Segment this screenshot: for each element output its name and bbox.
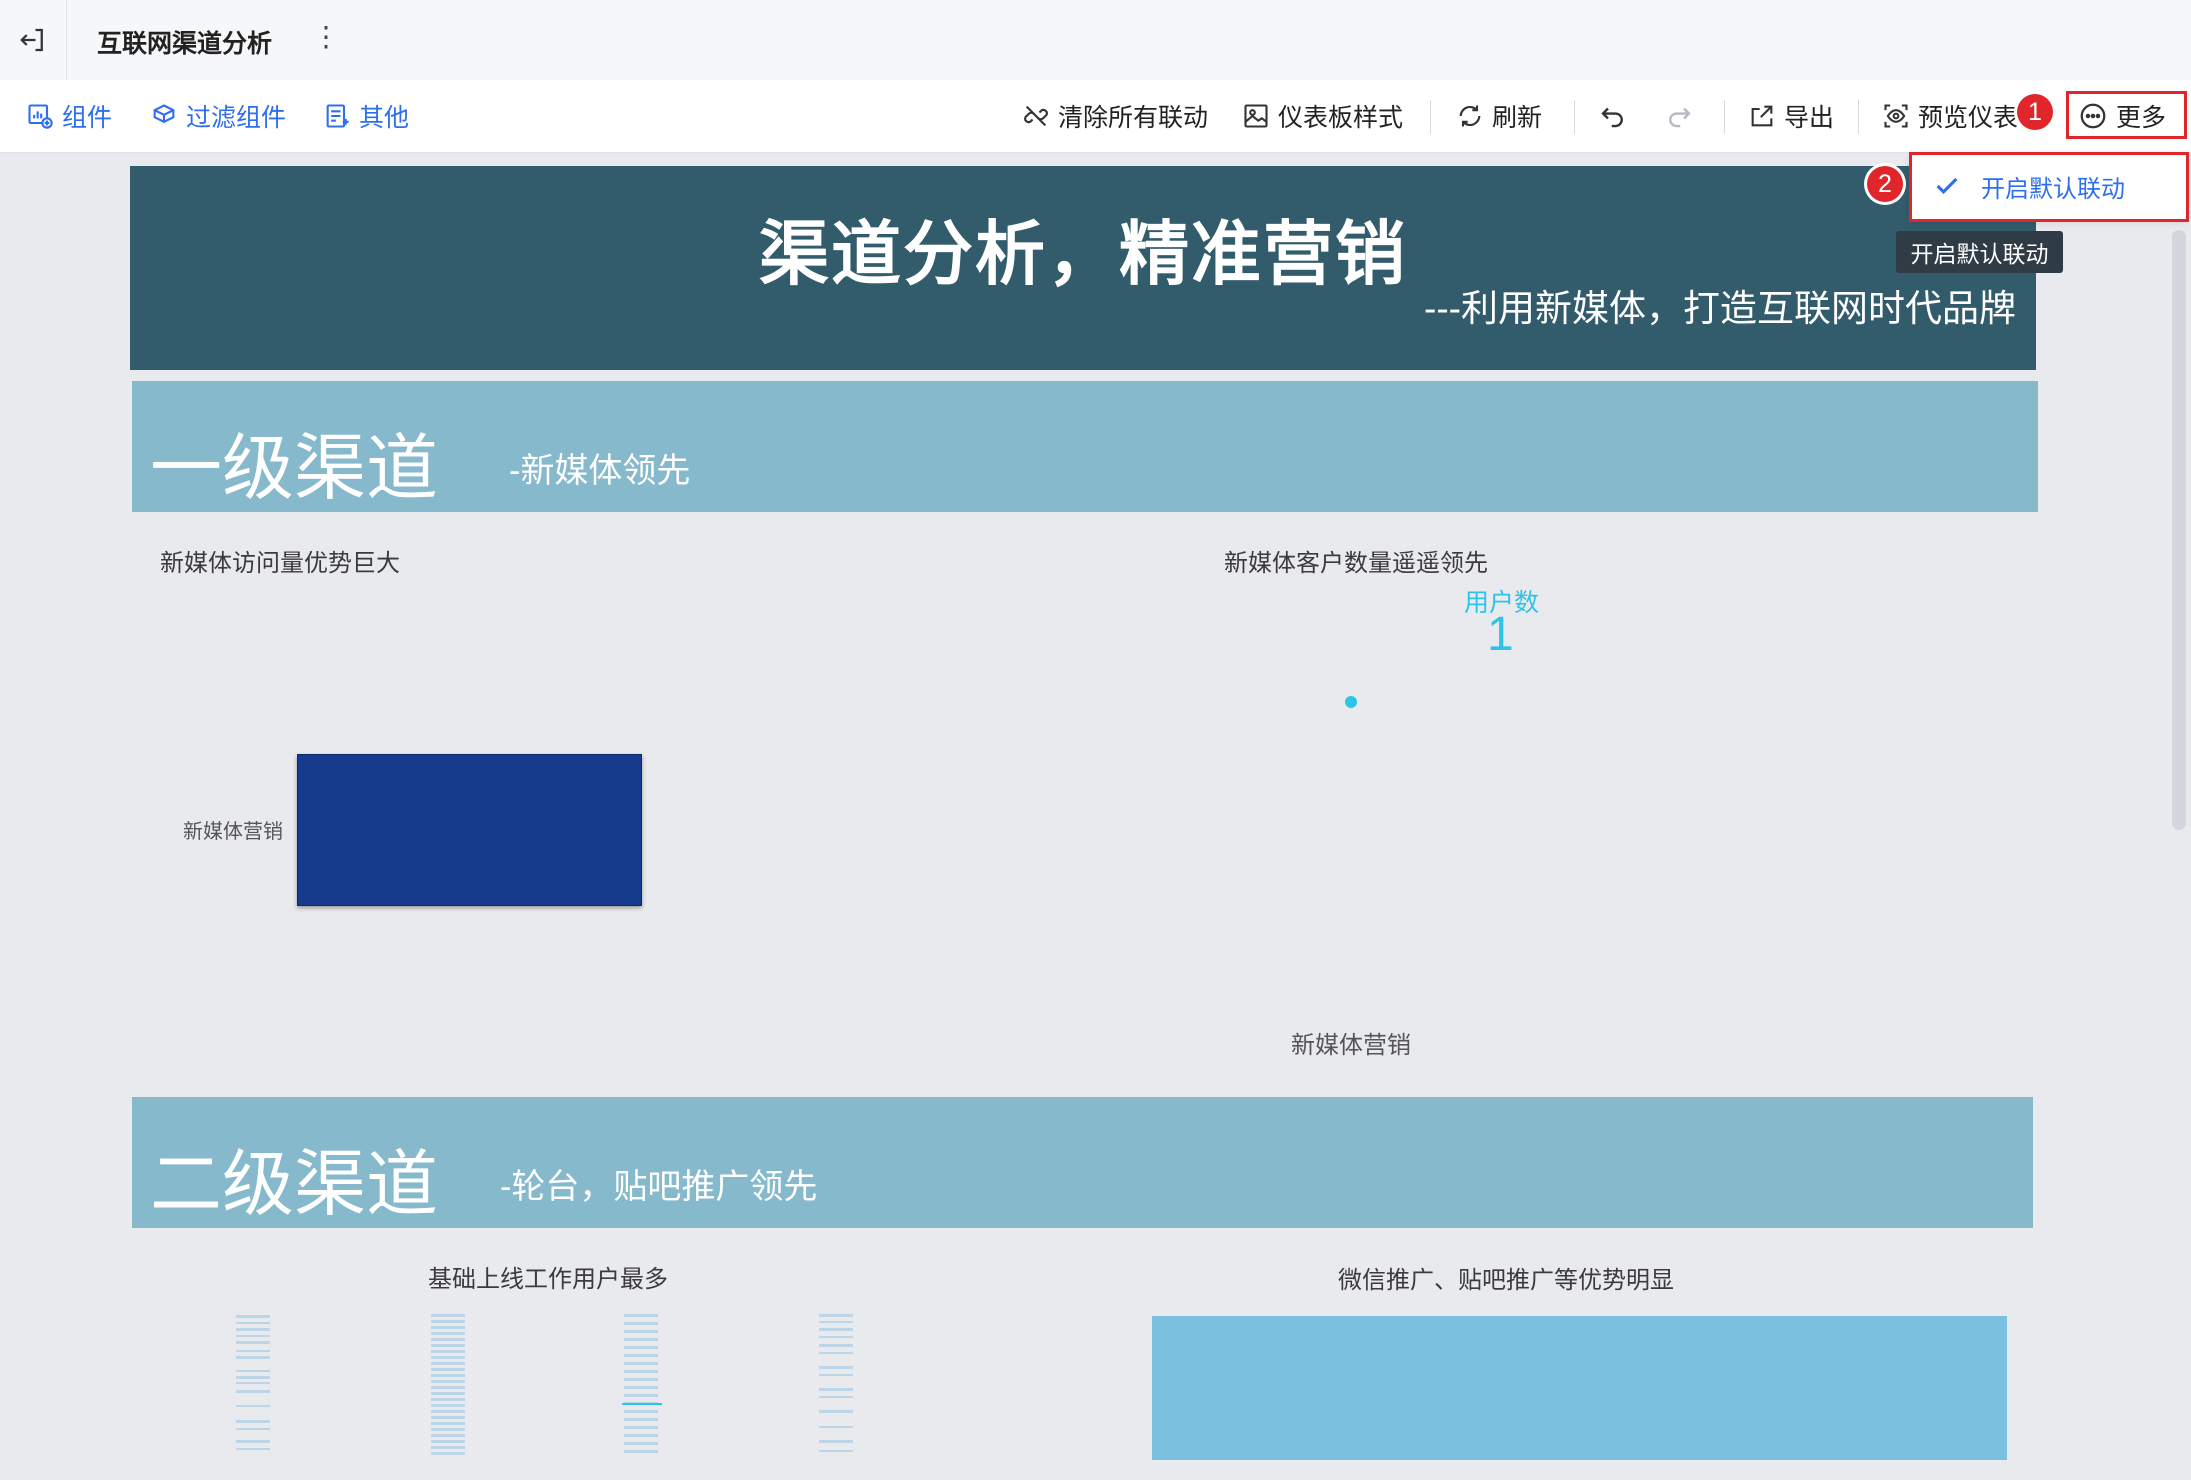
filter-icon — [153, 104, 175, 124]
tooltip: 开启默认联动 — [1896, 231, 2063, 273]
filter-components-label: 过滤组件 — [186, 104, 287, 132]
title-bar: 互联网渠道分析 ⋮ — [0, 0, 2191, 81]
toolbar: 组件 过滤组件 其他 清除所有联动 仪表板样式 刷新 导出 预览仪表 更多 — [0, 80, 2191, 153]
redo-icon — [1669, 107, 1691, 128]
components-label: 组件 — [62, 104, 113, 132]
step-marker-2: 2 — [1867, 166, 1903, 202]
toolbar-divider — [1858, 100, 1859, 134]
level1-title: 一级渠道 — [150, 429, 439, 509]
level1-left-category-label: 新媒体营销 — [183, 821, 283, 843]
others-label: 其他 — [359, 104, 410, 132]
level2-title: 二级渠道 — [150, 1145, 439, 1225]
level1-left-chart-title: 新媒体访问量优势巨大 — [160, 550, 400, 577]
kpi-value: 1 — [1487, 608, 1514, 661]
toolbar-divider — [1430, 100, 1431, 134]
refresh-button[interactable]: 刷新 — [1456, 80, 1542, 152]
highlight-box-menu-item — [1909, 152, 2189, 222]
components-icon — [28, 104, 53, 129]
exit-button[interactable] — [0, 0, 67, 80]
refresh-icon — [1459, 105, 1481, 127]
dashboard-style-label: 仪表板样式 — [1278, 104, 1404, 132]
dashboard-style-button[interactable]: 仪表板样式 — [1242, 80, 1403, 152]
level1-banner[interactable]: 一级渠道 -新媒体领先 — [132, 381, 2038, 512]
canvas-scrollbar[interactable] — [2172, 230, 2186, 830]
undo-button[interactable] — [1598, 80, 1628, 152]
level2-subtitle: -轮台，贴吧推广领先 — [500, 1168, 818, 1206]
export-icon — [1751, 105, 1773, 127]
level1-right-chart-title: 新媒体客户数量遥遥领先 — [1224, 550, 1488, 577]
level2-right-chart-area[interactable] — [1152, 1316, 2007, 1460]
clear-linkage-label: 清除所有联动 — [1058, 104, 1209, 132]
clear-linkage-button[interactable]: 清除所有联动 — [1022, 80, 1208, 152]
unlink-icon — [1024, 105, 1048, 127]
components-button[interactable]: 组件 — [26, 80, 112, 152]
toolbar-divider — [1724, 100, 1725, 134]
striped-column[interactable] — [431, 1314, 465, 1455]
title-menu-icon[interactable]: ⋮ — [312, 22, 340, 52]
preview-icon — [1884, 104, 1908, 128]
highlight-box-more — [2066, 91, 2187, 139]
toolbar-divider — [1574, 100, 1575, 134]
level1-right-axis-label: 新媒体营销 — [1291, 1032, 1411, 1059]
hero-subtitle: ---利用新媒体，打造互联网时代品牌 — [1424, 288, 2016, 329]
striped-column[interactable] — [236, 1315, 270, 1450]
preview-button[interactable]: 预览仪表 — [1882, 80, 2018, 152]
export-button[interactable]: 导出 — [1748, 80, 1834, 152]
filter-components-button[interactable]: 过滤组件 — [150, 80, 286, 152]
refresh-label: 刷新 — [1492, 104, 1543, 132]
others-button[interactable]: 其他 — [323, 80, 409, 152]
exit-icon — [20, 28, 43, 52]
level2-right-chart-title: 微信推广、贴吧推广等优势明显 — [1338, 1267, 1674, 1294]
redo-button[interactable] — [1664, 80, 1694, 152]
level1-subtitle: -新媒体领先 — [509, 452, 691, 490]
preview-label: 预览仪表 — [1918, 104, 2019, 132]
step-marker-1: 1 — [2017, 94, 2053, 130]
striped-column[interactable] — [819, 1314, 853, 1452]
others-icon — [326, 104, 349, 128]
level1-left-bar[interactable] — [297, 754, 642, 906]
export-label: 导出 — [1784, 104, 1835, 132]
style-icon — [1244, 104, 1268, 128]
dashboard-title: 互联网渠道分析 — [97, 30, 273, 58]
hero-banner[interactable]: 渠道分析，精准营销 ---利用新媒体，打造互联网时代品牌 — [130, 166, 2036, 370]
scatter-point[interactable] — [1345, 696, 1357, 708]
level2-left-chart-title: 基础上线工作用户最多 — [428, 1266, 668, 1293]
highlight-line — [622, 1403, 662, 1405]
level2-banner[interactable]: 二级渠道 -轮台，贴吧推广领先 — [132, 1097, 2033, 1228]
striped-column[interactable] — [624, 1314, 658, 1453]
undo-icon — [1601, 107, 1623, 128]
level2-left-chart[interactable] — [230, 1310, 870, 1460]
